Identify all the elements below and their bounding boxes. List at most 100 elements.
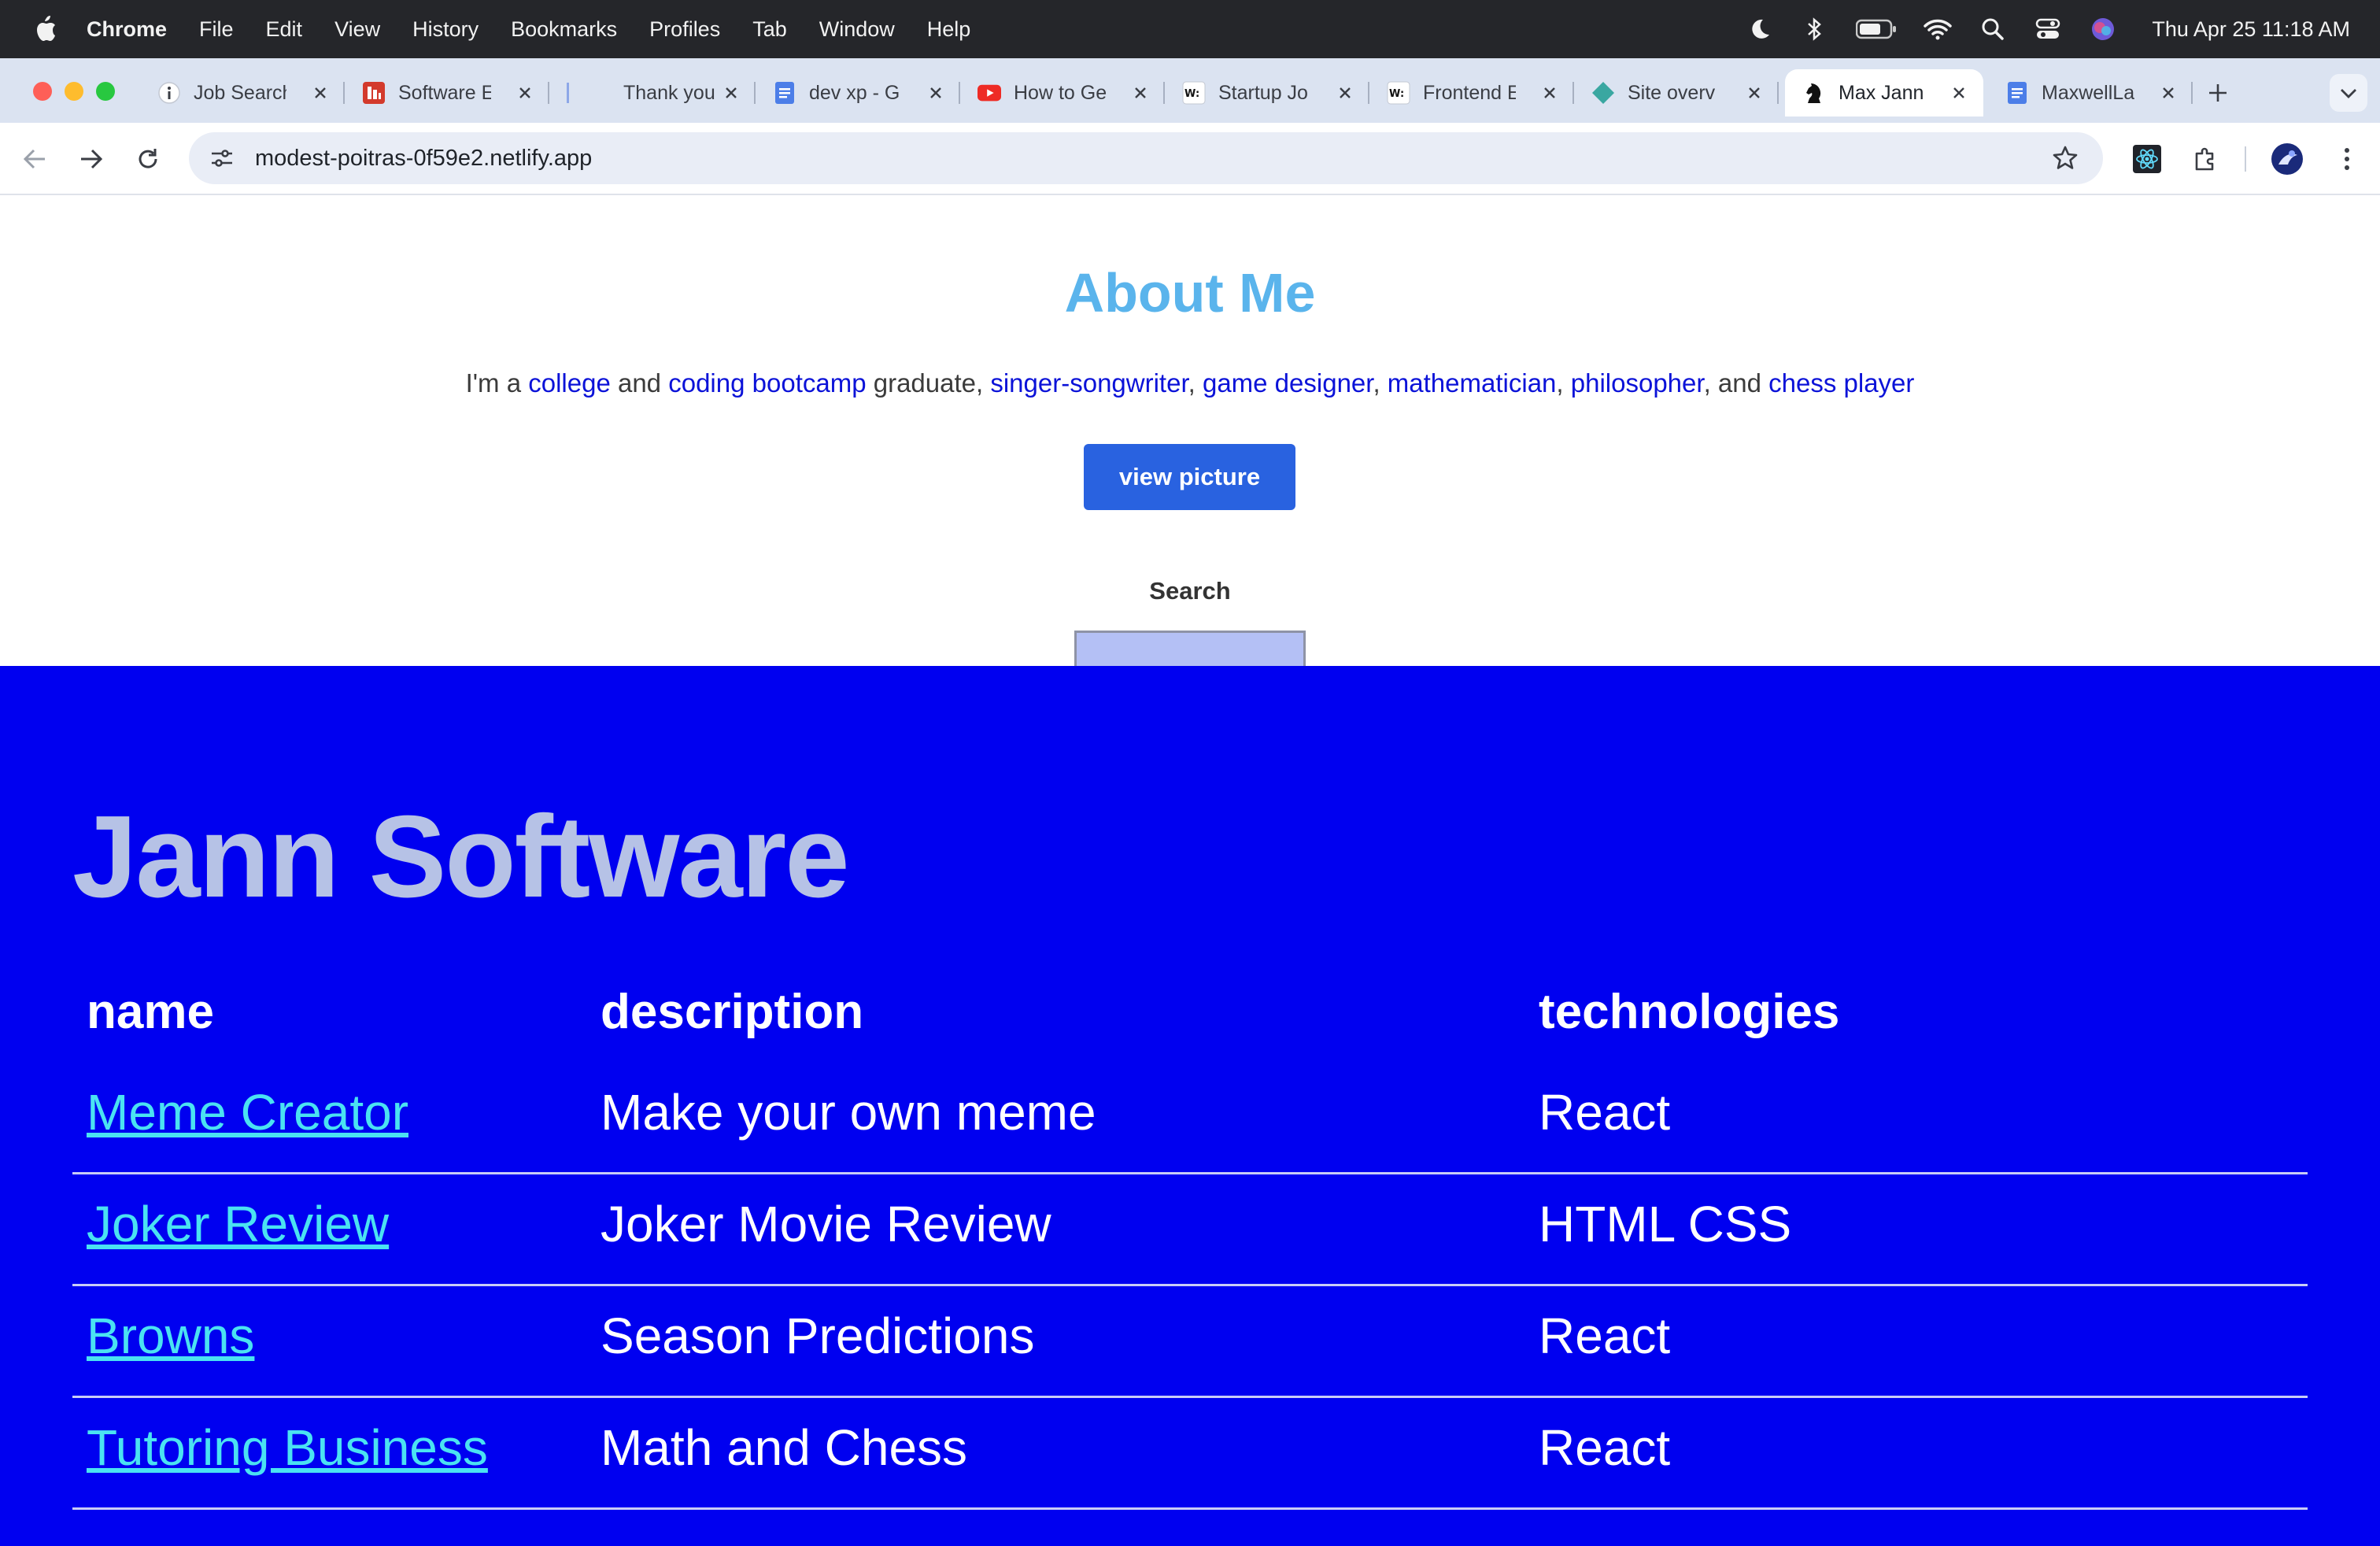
- spotlight-search-icon[interactable]: [1979, 15, 2007, 43]
- window-zoom-button[interactable]: [96, 82, 115, 101]
- close-icon[interactable]: [1949, 83, 1969, 103]
- tab-thank-you[interactable]: Thank you: [549, 69, 756, 117]
- menu-window[interactable]: Window: [819, 17, 895, 42]
- browser-tab-strip: Job Search Software E Thank you dev xp -…: [0, 58, 2380, 123]
- close-icon[interactable]: [1130, 83, 1151, 103]
- wellfound-icon: W:: [1387, 81, 1410, 105]
- tab-job-search[interactable]: Job Search: [140, 69, 345, 117]
- column-header-name: name: [87, 985, 214, 1039]
- link-singer-songwriter[interactable]: singer-songwriter: [990, 368, 1188, 398]
- siri-icon[interactable]: [2089, 15, 2117, 43]
- extensions-puzzle-icon[interactable]: [2188, 142, 2223, 176]
- menu-history[interactable]: History: [412, 17, 479, 42]
- blank-icon: [567, 81, 590, 105]
- more-menu-kebab-icon[interactable]: [2330, 142, 2364, 176]
- focus-moon-icon[interactable]: [1746, 15, 1774, 43]
- back-arrow-icon[interactable]: [17, 142, 52, 176]
- column-header-technologies: technologies: [1539, 985, 1840, 1039]
- menu-help[interactable]: Help: [927, 17, 971, 42]
- docs-icon: [773, 81, 796, 105]
- url-text[interactable]: modest-poitras-0f59e2.netlify.app: [255, 146, 592, 172]
- link-college[interactable]: college: [528, 368, 611, 398]
- menubar-clock[interactable]: Thu Apr 25 11:18 AM: [2152, 17, 2350, 42]
- column-header-description: description: [601, 985, 864, 1039]
- reload-icon[interactable]: [131, 142, 165, 176]
- tab-maxwell[interactable]: MaxwellLa: [1988, 69, 2193, 117]
- bluetooth-icon[interactable]: [1801, 15, 1829, 43]
- menu-profiles[interactable]: Profiles: [649, 17, 720, 42]
- software-section: Jann Software name description technolog…: [0, 666, 2380, 1546]
- close-icon[interactable]: [515, 83, 535, 103]
- webpage-viewport: About Me I'm a college and coding bootca…: [0, 197, 2380, 1546]
- tab-max-jann[interactable]: Max Jann: [1785, 69, 1983, 117]
- project-technologies: React: [1539, 1084, 1671, 1141]
- tab-title: Startup Jo: [1218, 81, 1308, 104]
- link-chess-player[interactable]: chess player: [1768, 368, 1914, 398]
- profile-avatar[interactable]: [2270, 142, 2304, 176]
- window-close-button[interactable]: [33, 82, 52, 101]
- forward-arrow-icon[interactable]: [74, 142, 109, 176]
- about-text-segment: graduate,: [866, 368, 991, 398]
- link-philosopher[interactable]: philosopher: [1571, 368, 1704, 398]
- menubar-status-area: Thu Apr 25 11:18 AM: [1719, 0, 2350, 58]
- address-bar[interactable]: modest-poitras-0f59e2.netlify.app: [189, 132, 2103, 184]
- tab-startup-jobs[interactable]: W: Startup Jo: [1165, 69, 1369, 117]
- table-row: Joker Review Joker Movie Review HTML CSS: [72, 1174, 2308, 1286]
- battery-icon[interactable]: [1856, 15, 1897, 43]
- link-game-designer[interactable]: game designer: [1203, 368, 1373, 398]
- svg-text:W:: W:: [1389, 88, 1404, 100]
- search-input[interactable]: [1074, 631, 1306, 667]
- menu-file[interactable]: File: [199, 17, 234, 42]
- tab-how-to-get[interactable]: How to Ge: [960, 69, 1165, 117]
- close-icon[interactable]: [926, 83, 946, 103]
- project-link-tutoring-business[interactable]: Tutoring Business: [87, 1418, 488, 1477]
- bookmark-star-icon[interactable]: [2051, 144, 2079, 172]
- tab-title: dev xp - G: [809, 81, 900, 104]
- project-technologies: React: [1539, 1419, 1671, 1476]
- about-text-segment: I'm a: [465, 368, 529, 398]
- table-row: Meme Creator Make your own meme React: [72, 1063, 2308, 1174]
- tab-frontend[interactable]: W: Frontend E: [1369, 69, 1574, 117]
- about-text-segment: , and: [1703, 368, 1769, 398]
- project-description: Math and Chess: [601, 1419, 968, 1476]
- apple-logo-icon[interactable]: [30, 14, 60, 44]
- tab-title: MaxwellLa: [2042, 81, 2134, 104]
- close-icon[interactable]: [1539, 83, 1560, 103]
- menu-chrome[interactable]: Chrome: [87, 17, 167, 42]
- link-coding-bootcamp[interactable]: coding bootcamp: [668, 368, 866, 398]
- project-link-browns[interactable]: Browns: [87, 1307, 254, 1365]
- control-center-icon[interactable]: [2034, 15, 2062, 43]
- view-picture-button[interactable]: view picture: [1084, 444, 1295, 510]
- menu-bookmarks[interactable]: Bookmarks: [511, 17, 617, 42]
- tab-title: Frontend E: [1423, 81, 1516, 104]
- close-icon[interactable]: [310, 83, 331, 103]
- tab-search-chevron-icon[interactable]: [2330, 74, 2367, 112]
- youtube-icon: [978, 81, 1001, 105]
- new-tab-plus-icon[interactable]: [2204, 79, 2232, 107]
- wellfound-icon: W:: [1182, 81, 1206, 105]
- close-icon[interactable]: [2158, 83, 2179, 103]
- toolbar-separator: [2245, 146, 2246, 172]
- menu-view[interactable]: View: [334, 17, 380, 42]
- window-minimize-button[interactable]: [65, 82, 83, 101]
- project-link-meme-creator[interactable]: Meme Creator: [87, 1083, 408, 1141]
- close-icon[interactable]: [721, 83, 741, 103]
- site-info-tune-icon[interactable]: [208, 144, 236, 172]
- project-technologies: React: [1539, 1307, 1671, 1364]
- project-technologies: HTML CSS: [1539, 1196, 1792, 1252]
- close-icon[interactable]: [1744, 83, 1765, 103]
- app-icon: [362, 81, 386, 105]
- tab-software[interactable]: Software E: [345, 69, 549, 117]
- tab-site-overview[interactable]: Site overv: [1574, 69, 1779, 117]
- menu-tab[interactable]: Tab: [752, 17, 787, 42]
- react-devtools-icon[interactable]: [2130, 142, 2164, 176]
- project-link-joker-review[interactable]: Joker Review: [87, 1195, 389, 1253]
- tab-title: Thank you: [623, 81, 715, 104]
- wifi-icon[interactable]: [1924, 15, 1953, 43]
- close-icon[interactable]: [1335, 83, 1355, 103]
- link-mathematician[interactable]: mathematician: [1388, 368, 1557, 398]
- tab-dev-xp[interactable]: dev xp - G: [756, 69, 960, 117]
- about-text-segment: ,: [1556, 368, 1571, 398]
- menu-edit[interactable]: Edit: [266, 17, 303, 42]
- tab-separator: [1777, 82, 1779, 104]
